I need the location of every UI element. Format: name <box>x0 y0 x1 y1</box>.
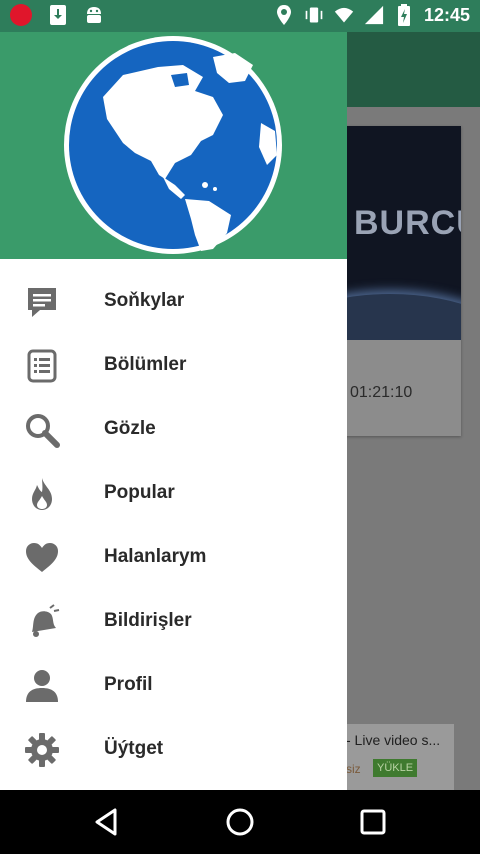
battery-icon <box>397 4 410 26</box>
drawer-menu: Soňkylar Bölümler Gözle Popular Halanlar… <box>0 270 347 782</box>
clock: 12:45 <box>423 4 470 25</box>
menu-item-label: Soňkylar <box>104 290 185 311</box>
person-icon <box>26 670 58 702</box>
fire-icon <box>32 478 52 510</box>
ad-text: - Live video s... <box>346 732 441 748</box>
home-icon[interactable] <box>224 806 256 838</box>
vibrate-icon <box>305 7 323 23</box>
video-thumb-title: BURCU <box>354 204 461 242</box>
status-bar: 12:45 <box>0 0 480 32</box>
menu-item-label: Bildirişler <box>104 610 192 631</box>
bell-icon <box>32 604 60 637</box>
gear-icon <box>25 733 59 767</box>
menu-item-popular[interactable]: Popular <box>0 462 347 526</box>
menu-item-settings[interactable]: Üýtget <box>0 718 347 782</box>
download-icon <box>50 5 66 25</box>
record-icon <box>10 4 32 26</box>
menu-item-sections[interactable]: Bölümler <box>0 334 347 398</box>
android-icon <box>87 7 101 23</box>
globe-icon <box>64 36 282 254</box>
menu-item-favorites[interactable]: Halanlarym <box>0 526 347 590</box>
chat-icon <box>28 288 56 317</box>
menu-item-profile[interactable]: Profil <box>0 654 347 718</box>
location-icon <box>276 5 291 25</box>
menu-item-label: Gözle <box>104 418 156 439</box>
drawer-header <box>0 32 347 259</box>
system-nav-bar <box>0 790 480 854</box>
menu-item-search[interactable]: Gözle <box>0 398 347 462</box>
recents-icon[interactable] <box>357 806 389 838</box>
menu-item-label: Popular <box>104 482 175 503</box>
menu-item-label: Bölümler <box>104 354 187 375</box>
navigation-drawer: Soňkylar Bölümler Gözle Popular Halanlar… <box>0 32 347 790</box>
video-duration: 01:21:10 <box>350 384 413 401</box>
menu-item-label: Halanlarym <box>104 546 207 567</box>
menu-item-recent[interactable]: Soňkylar <box>0 270 347 334</box>
signal-icon <box>364 5 384 25</box>
menu-item-label: Profil <box>104 674 153 695</box>
search-icon <box>26 414 60 448</box>
menu-item-notifications[interactable]: Bildirişler <box>0 590 347 654</box>
ad-subtext: siz <box>346 762 361 776</box>
menu-item-label: Üýtget <box>104 738 164 759</box>
back-icon[interactable] <box>91 806 123 838</box>
heart-icon <box>26 543 58 572</box>
wifi-icon <box>334 7 354 23</box>
ad-install-button[interactable]: YÜKLE <box>373 759 418 777</box>
list-icon <box>27 349 57 383</box>
